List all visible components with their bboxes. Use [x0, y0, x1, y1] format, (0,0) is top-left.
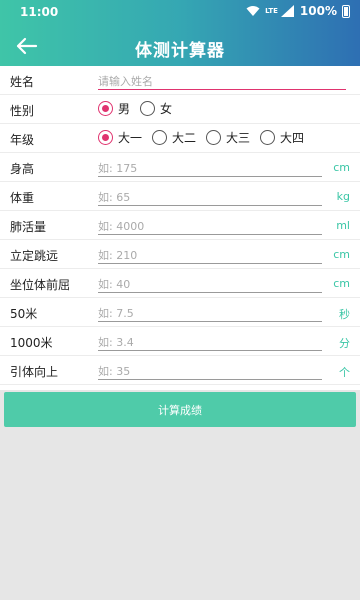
gender-female-radio[interactable]: 女	[140, 100, 172, 117]
gender-male-radio[interactable]: 男	[98, 100, 130, 117]
network-label: LTE	[265, 7, 278, 15]
gender-row: 性别 男 女	[0, 95, 360, 124]
radio-unselected-icon	[260, 130, 276, 145]
pullups-field-wrapper	[98, 360, 322, 381]
wifi-icon	[246, 6, 260, 16]
gender-male-label: 男	[118, 102, 131, 116]
weight-row: 体重 kg	[0, 182, 360, 211]
name-label: 姓名	[10, 75, 35, 89]
height-row: 身高 cm	[0, 153, 360, 182]
grade-2-radio[interactable]: 大二	[152, 129, 196, 146]
radio-unselected-icon	[140, 101, 156, 116]
height-input[interactable]	[98, 159, 322, 178]
long-jump-row: 立定跳远 cm	[0, 240, 360, 269]
status-icons: LTE 100%	[246, 4, 350, 18]
page-title: 体测计算器	[135, 41, 225, 61]
grade-3-label: 大三	[226, 131, 251, 145]
height-label: 身高	[10, 162, 35, 176]
long-jump-unit: cm	[333, 248, 350, 261]
weight-field-wrapper	[98, 186, 322, 207]
gender-radio-group: 男 女	[98, 100, 172, 117]
weight-input[interactable]	[98, 188, 322, 207]
grade-radio-group: 大一 大二 大三 大四	[98, 129, 304, 146]
radio-selected-icon	[98, 130, 113, 145]
run-1000-field-wrapper	[98, 331, 322, 352]
height-unit: cm	[333, 161, 350, 174]
long-jump-input[interactable]	[98, 246, 322, 265]
run-1000-unit: 分	[339, 337, 350, 350]
grade-4-label: 大四	[280, 131, 305, 145]
run-50-row: 50米 秒	[0, 298, 360, 327]
calculator-form: 姓名 性别 男 女 年级 大一 大二	[0, 66, 360, 390]
battery-percent: 100%	[299, 4, 337, 18]
signal-icon	[280, 5, 294, 17]
grade-3-radio[interactable]: 大三	[206, 129, 250, 146]
status-bar: 11:00 LTE 100%	[0, 0, 360, 24]
pullups-unit: 个	[339, 366, 350, 379]
weight-unit: kg	[336, 190, 350, 203]
grade-4-radio[interactable]: 大四	[260, 129, 304, 146]
sit-reach-label: 坐位体前屈	[10, 278, 71, 292]
sit-reach-input[interactable]	[98, 275, 322, 294]
vital-capacity-input[interactable]	[98, 217, 322, 236]
grade-1-radio[interactable]: 大一	[98, 129, 142, 146]
sit-reach-field-wrapper	[98, 273, 322, 294]
radio-unselected-icon	[206, 130, 222, 145]
weight-label: 体重	[10, 191, 35, 205]
grade-2-label: 大二	[172, 131, 197, 145]
name-field-wrapper	[98, 70, 346, 91]
run-1000-label: 1000米	[10, 336, 53, 350]
name-row: 姓名	[0, 66, 360, 95]
grade-1-label: 大一	[118, 131, 143, 145]
run-50-field-wrapper	[98, 302, 322, 323]
pullups-row: 引体向上 个	[0, 356, 360, 385]
run-1000-row: 1000米 分	[0, 327, 360, 356]
long-jump-field-wrapper	[98, 244, 322, 265]
vital-capacity-field-wrapper	[98, 215, 322, 236]
radio-selected-icon	[98, 101, 113, 116]
radio-unselected-icon	[152, 130, 168, 145]
long-jump-label: 立定跳远	[10, 249, 59, 263]
run-1000-input[interactable]	[98, 333, 322, 352]
height-field-wrapper	[98, 157, 322, 178]
status-time: 11:00	[20, 5, 59, 19]
app-bar: 11:00 LTE 100% 体测计算器	[0, 0, 360, 66]
sit-reach-row: 坐位体前屈 cm	[0, 269, 360, 298]
vital-capacity-row: 肺活量 ml	[0, 211, 360, 240]
grade-label: 年级	[10, 133, 35, 147]
name-input[interactable]	[98, 72, 346, 91]
run-50-label: 50米	[10, 307, 38, 321]
battery-icon	[342, 4, 350, 18]
gender-label: 性别	[10, 104, 35, 118]
pullups-input[interactable]	[98, 362, 322, 381]
run-50-unit: 秒	[339, 308, 350, 321]
pullups-label: 引体向上	[10, 365, 59, 379]
gender-female-label: 女	[160, 102, 173, 116]
calculate-button[interactable]: 计算成绩	[4, 392, 356, 427]
grade-row: 年级 大一 大二 大三 大四	[0, 124, 360, 153]
vital-capacity-label: 肺活量	[10, 220, 47, 234]
run-50-input[interactable]	[98, 304, 322, 323]
vital-capacity-unit: ml	[336, 219, 350, 232]
sit-reach-unit: cm	[333, 277, 350, 290]
